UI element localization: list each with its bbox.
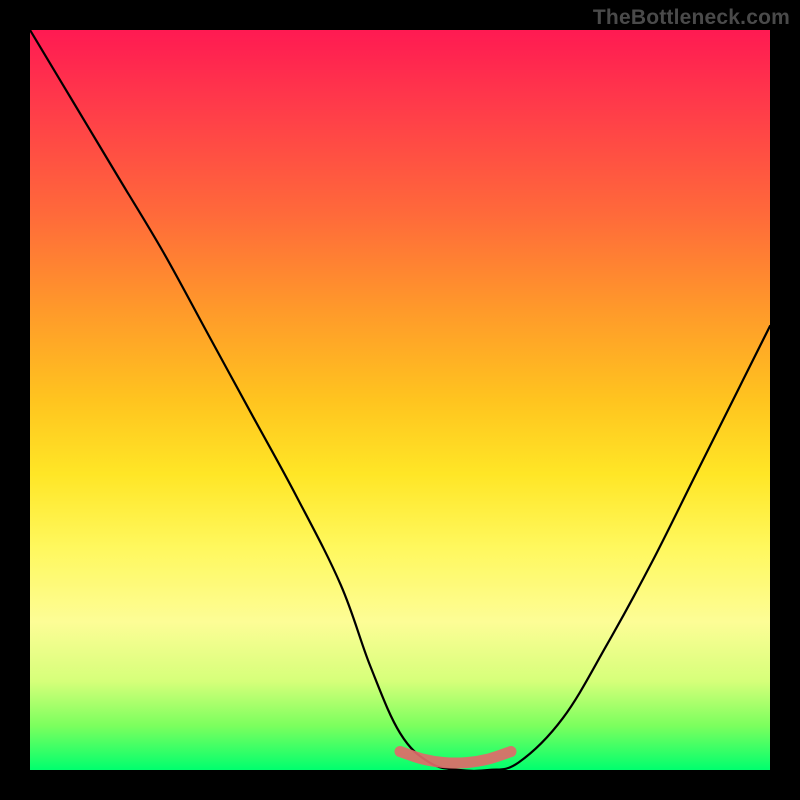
watermark-text: TheBottleneck.com	[593, 6, 790, 30]
chart-frame: TheBottleneck.com	[0, 0, 800, 800]
gradient-plot-area	[30, 30, 770, 770]
curve-layer	[30, 30, 770, 770]
optimal-band-path	[400, 752, 511, 764]
bottleneck-curve-path	[30, 30, 770, 770]
